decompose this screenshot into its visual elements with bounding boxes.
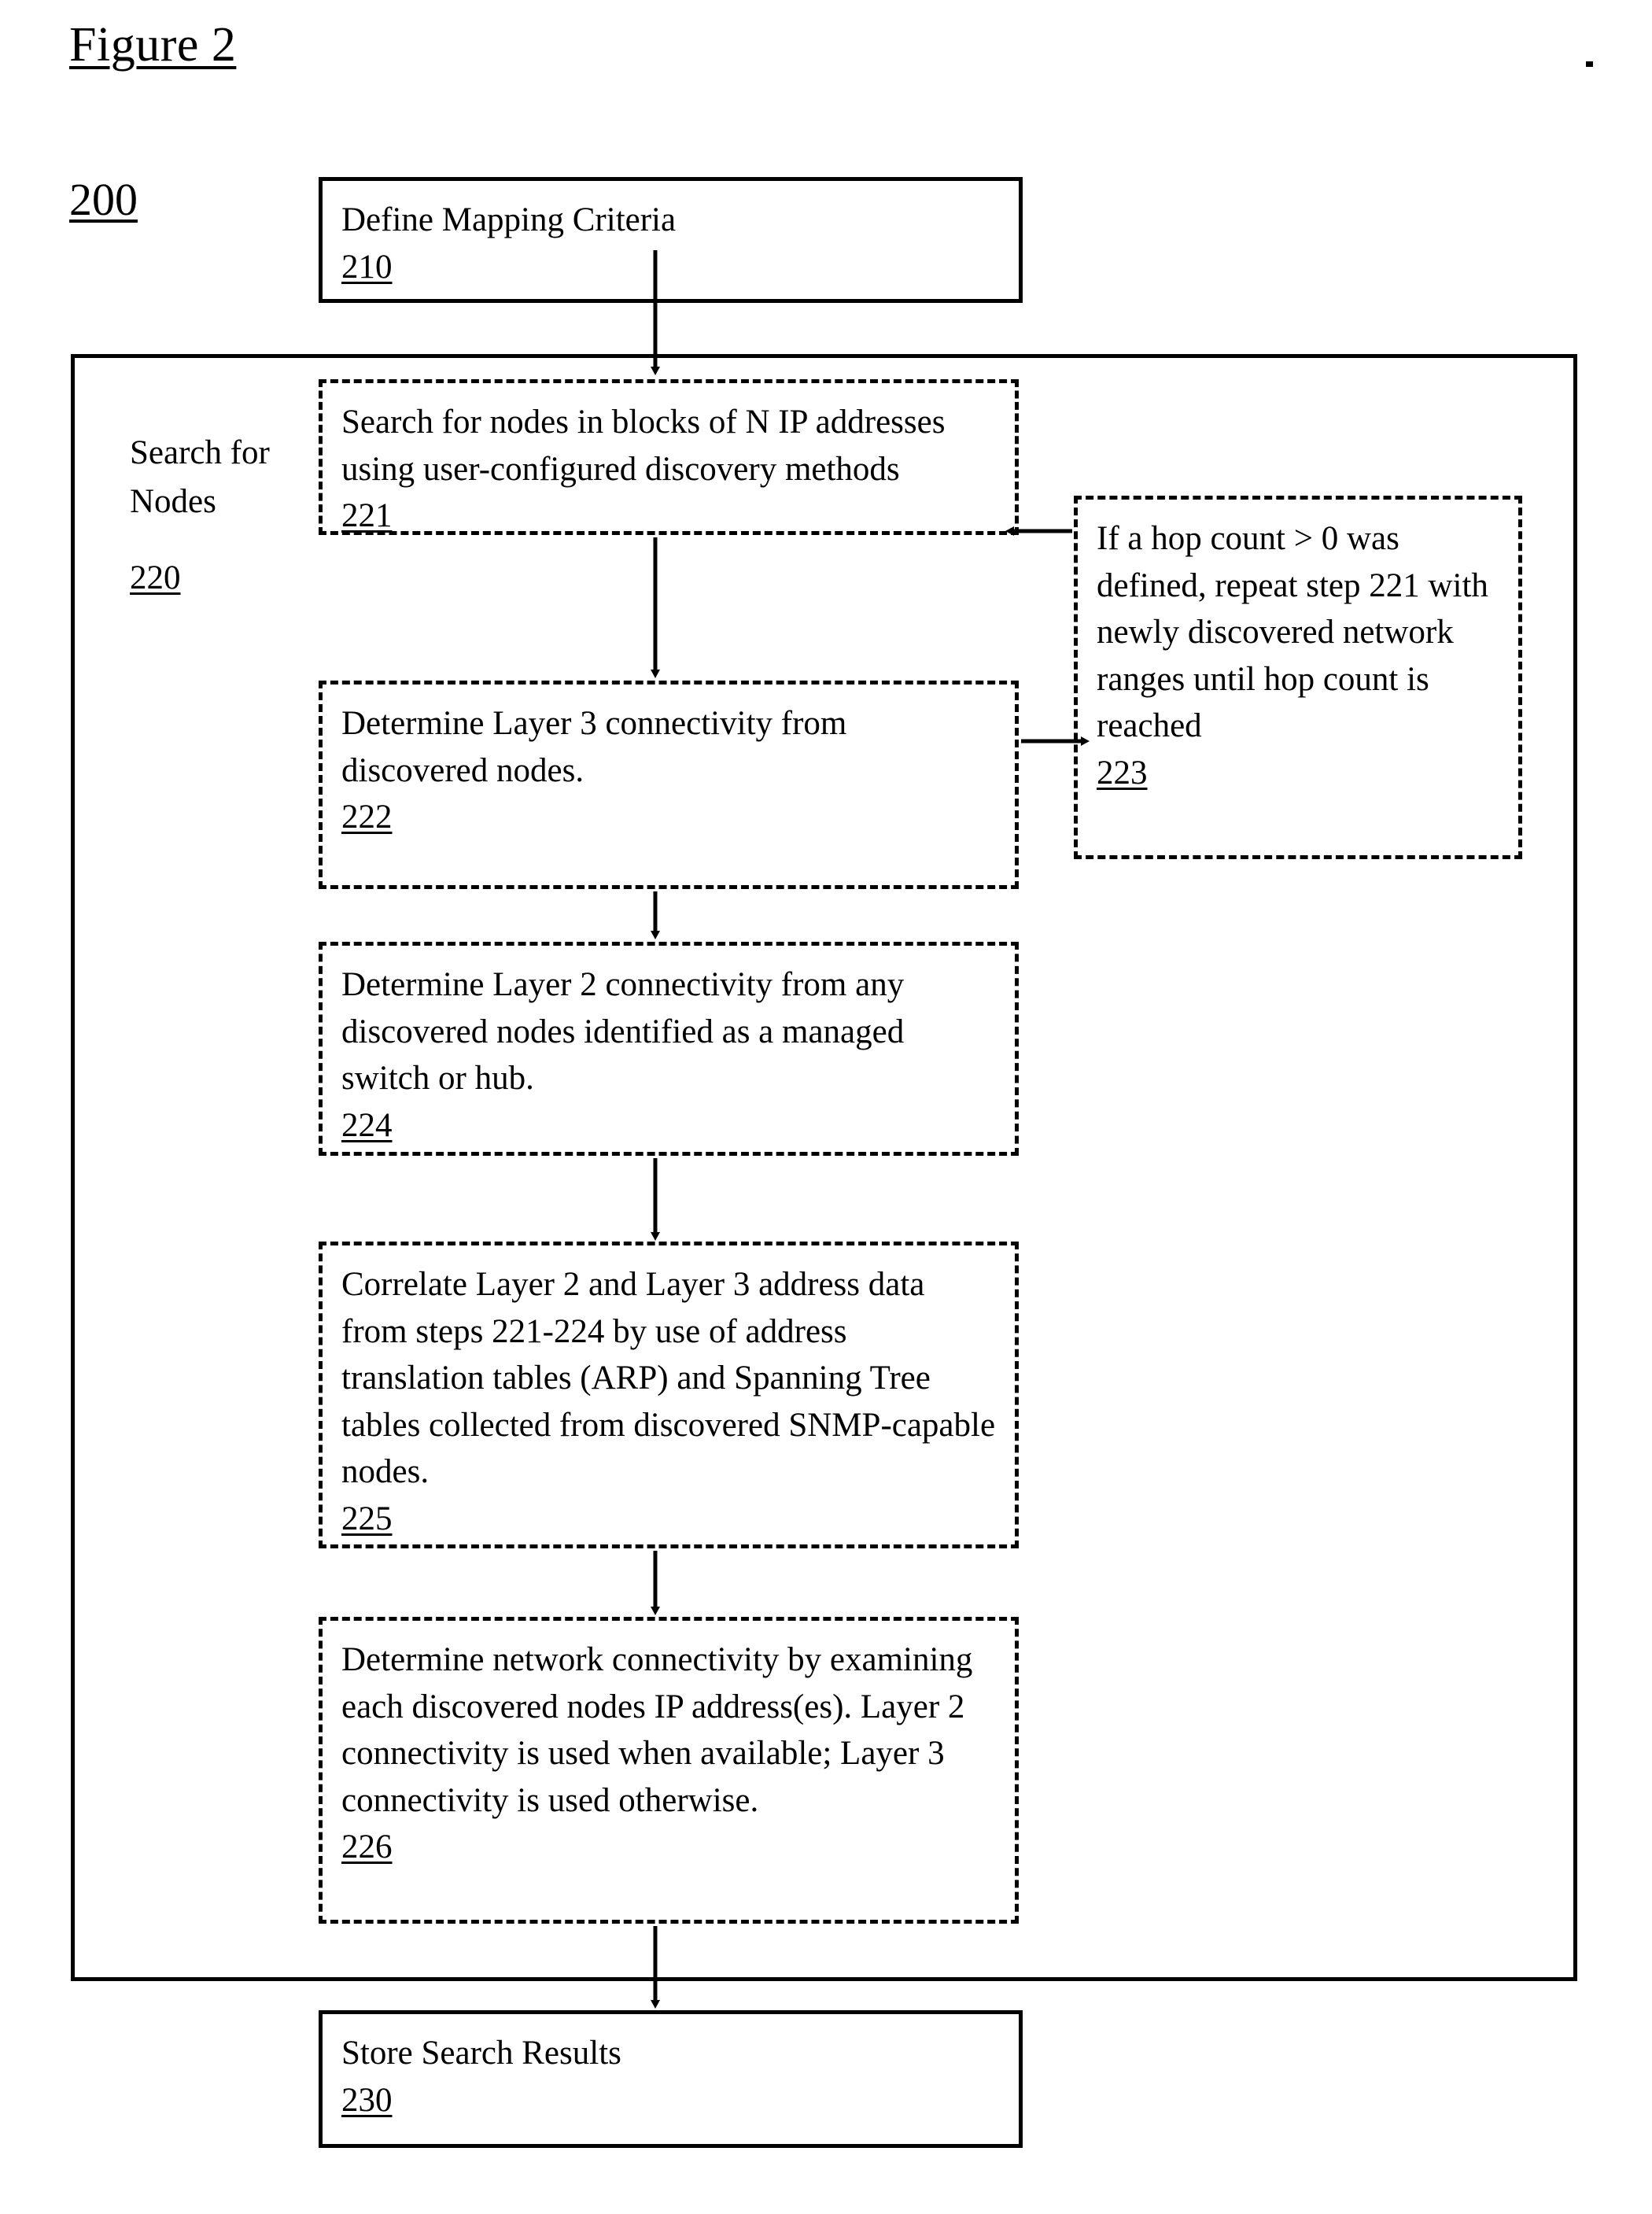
box-222-ref: 222 xyxy=(341,799,393,836)
process-box-determine-network-connectivity: Determine network connectivity by examin… xyxy=(319,1617,1019,1924)
box-221-ref: 221 xyxy=(341,497,393,535)
box-221-text: Search for nodes in blocks of N IP addre… xyxy=(341,404,954,488)
box-225-ref: 225 xyxy=(341,1500,393,1537)
box-210-text: Define Mapping Criteria xyxy=(341,201,677,238)
process-box-determine-layer3-connectivity: Determine Layer 3 connectivity from disc… xyxy=(319,681,1019,889)
process-box-store-search-results: Store Search Results 230 xyxy=(319,2010,1023,2148)
figure-page: Figure 2 200 Define Mapping Criteria 210… xyxy=(0,0,1652,2214)
scan-speck-artifact xyxy=(1586,61,1593,67)
box-225-text: Correlate Layer 2 and Layer 3 address da… xyxy=(341,1266,1004,1491)
box-226-ref: 226 xyxy=(341,1828,393,1866)
process-box-hop-count-repeat: If a hop count > 0 was defined, repeat s… xyxy=(1074,496,1522,859)
group-label-search-for-nodes: Search for Nodes xyxy=(130,434,270,520)
process-box-correlate-layer2-layer3: Correlate Layer 2 and Layer 3 address da… xyxy=(319,1242,1019,1548)
box-230-ref: 230 xyxy=(341,2081,393,2119)
box-230-text: Store Search Results xyxy=(341,2035,621,2072)
box-210-ref: 210 xyxy=(341,248,393,286)
process-box-determine-layer2-connectivity: Determine Layer 2 connectivity from any … xyxy=(319,942,1019,1156)
figure-reference-numeral: 200 xyxy=(69,174,138,225)
box-224-text: Determine Layer 2 connectivity from any … xyxy=(341,966,913,1098)
process-box-define-mapping-criteria: Define Mapping Criteria 210 xyxy=(319,177,1023,303)
box-223-text: If a hop count > 0 was defined, repeat s… xyxy=(1097,520,1497,745)
process-box-search-nodes-ip-blocks: Search for nodes in blocks of N IP addre… xyxy=(319,379,1019,535)
box-224-ref: 224 xyxy=(341,1106,393,1144)
box-222-text: Determine Layer 3 connectivity from disc… xyxy=(341,705,856,789)
group-ref-220: 220 xyxy=(130,559,181,596)
figure-title: Figure 2 xyxy=(69,18,237,72)
box-223-ref: 223 xyxy=(1097,754,1148,792)
box-226-text: Determine network connectivity by examin… xyxy=(341,1641,982,1819)
